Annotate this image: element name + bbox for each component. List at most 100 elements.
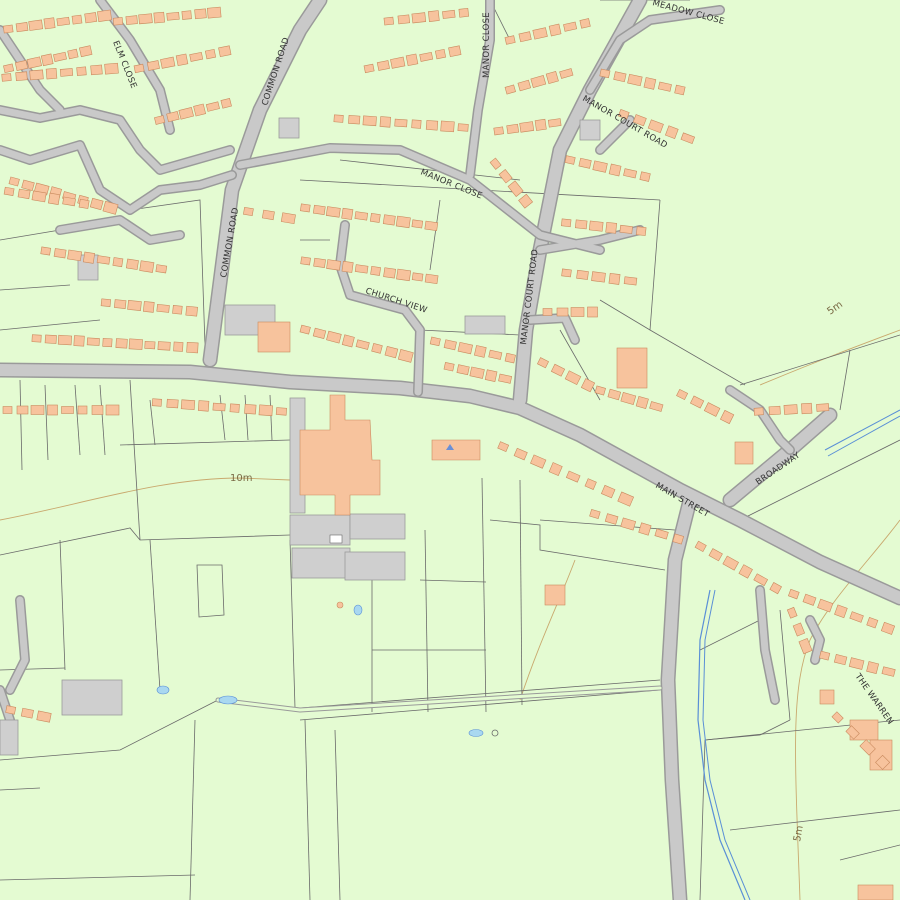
house (556, 307, 569, 317)
house (220, 97, 232, 109)
house (100, 298, 112, 307)
house (193, 103, 207, 117)
house (457, 123, 469, 132)
house (605, 221, 618, 234)
house (623, 276, 638, 286)
house (186, 341, 199, 354)
house (40, 246, 52, 256)
house (20, 707, 34, 719)
house (115, 338, 128, 349)
house (243, 206, 254, 217)
house (67, 249, 83, 262)
house (564, 155, 576, 165)
house (411, 272, 424, 282)
house (67, 48, 79, 60)
house (333, 114, 344, 123)
house (133, 63, 145, 74)
house (29, 69, 44, 81)
house (561, 268, 572, 278)
house (801, 402, 813, 415)
house (591, 271, 606, 283)
house (783, 404, 798, 415)
house (429, 336, 441, 347)
house (570, 307, 585, 317)
house (86, 337, 100, 346)
house (212, 402, 226, 412)
house (206, 6, 222, 19)
house (44, 334, 57, 344)
house (125, 258, 139, 270)
house (440, 120, 455, 133)
house (312, 204, 326, 215)
house (424, 273, 439, 285)
house (31, 190, 47, 203)
house (411, 119, 422, 129)
house (57, 334, 72, 346)
house (204, 48, 217, 60)
house (61, 406, 74, 414)
house (376, 60, 390, 71)
house (40, 53, 54, 67)
house (82, 251, 96, 264)
house (105, 404, 120, 416)
house (576, 269, 589, 280)
house (442, 9, 456, 19)
house (579, 18, 591, 29)
house (348, 114, 361, 125)
house (341, 260, 354, 273)
house (547, 118, 562, 128)
house (394, 118, 408, 128)
house (153, 11, 165, 24)
house (166, 398, 179, 409)
house (866, 661, 880, 675)
house (128, 338, 143, 350)
house (424, 220, 439, 232)
house (370, 265, 381, 276)
house (674, 84, 686, 96)
house (643, 77, 657, 90)
house (504, 35, 516, 45)
house (599, 68, 611, 79)
house (173, 341, 184, 352)
house (125, 15, 138, 25)
house (534, 118, 547, 131)
house (155, 264, 168, 274)
house (326, 259, 342, 271)
house (45, 67, 58, 80)
house (229, 403, 240, 413)
house (396, 268, 412, 282)
house (90, 64, 103, 76)
contour-label-10m: 10m (230, 473, 252, 484)
house (28, 19, 44, 31)
house (43, 17, 56, 30)
house (382, 214, 396, 226)
house (587, 306, 598, 318)
house (504, 352, 516, 364)
house (379, 116, 391, 128)
map-canvas[interactable]: COMMON ROAD COMMON ROAD ELM CLOSE MANOR … (0, 0, 900, 900)
house (258, 404, 273, 417)
house (448, 45, 462, 58)
house (16, 405, 29, 415)
house (104, 62, 119, 75)
house (56, 16, 70, 27)
house (31, 334, 42, 343)
house (175, 53, 189, 67)
house (102, 338, 113, 348)
house (608, 272, 621, 285)
house (142, 301, 155, 313)
house (639, 171, 651, 182)
house (172, 305, 183, 315)
house (2, 24, 14, 34)
house (548, 23, 562, 37)
house (405, 53, 419, 67)
house (138, 13, 153, 25)
house (114, 299, 127, 309)
house (561, 218, 572, 228)
house (3, 186, 15, 196)
house (157, 341, 171, 351)
house (427, 10, 440, 22)
house (15, 71, 28, 81)
house (369, 212, 381, 223)
house (218, 45, 232, 58)
